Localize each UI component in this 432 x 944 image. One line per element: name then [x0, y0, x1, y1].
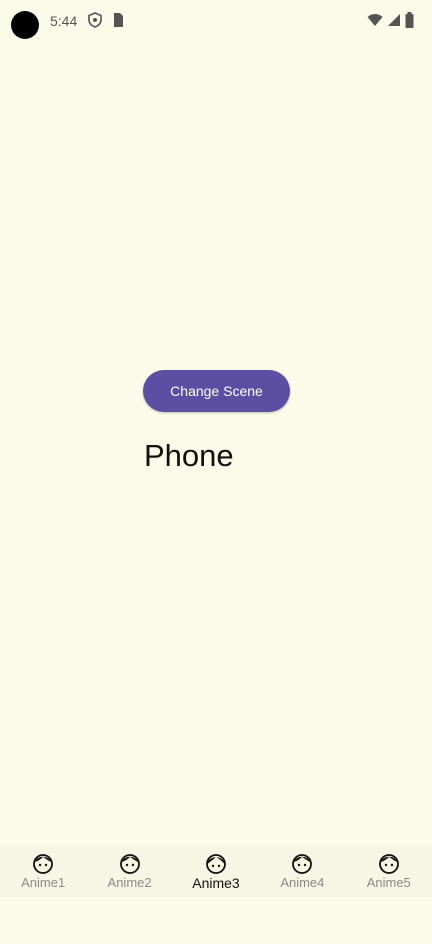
- nav-item-anime3[interactable]: Anime3: [177, 845, 255, 897]
- nav-label: Anime3: [192, 875, 240, 891]
- anime-face-icon: [292, 854, 313, 874]
- signal-icon: [388, 14, 400, 26]
- nav-item-anime1[interactable]: Anime1: [4, 845, 82, 897]
- sim-card-icon: [114, 13, 123, 27]
- app-screen: 5:44 Change Scene Phone Anime1 Anime2 An…: [0, 0, 432, 944]
- status-time: 5:44: [50, 13, 78, 29]
- nav-label: Anime1: [21, 875, 66, 890]
- shield-icon: [88, 12, 102, 28]
- anime-face-icon: [378, 854, 399, 874]
- nav-label: Anime4: [280, 875, 325, 890]
- change-scene-button[interactable]: Change Scene: [143, 370, 290, 412]
- nav-label: Anime2: [107, 875, 152, 890]
- anime-face-icon: [206, 854, 226, 874]
- anime-face-icon: [33, 854, 54, 874]
- status-bar: 5:44: [0, 0, 432, 44]
- nav-label: Anime5: [366, 875, 411, 890]
- nav-item-anime5[interactable]: Anime5: [350, 845, 428, 897]
- nav-item-anime2[interactable]: Anime2: [91, 845, 169, 897]
- nav-item-anime4[interactable]: Anime4: [263, 845, 341, 897]
- bottom-navigation: Anime1 Anime2 Anime3 Anime4 Anime5: [0, 845, 432, 897]
- anime-face-icon: [119, 854, 140, 874]
- status-right-icons: [367, 12, 414, 28]
- scene-title: Phone: [144, 438, 234, 473]
- camera-cutout: [11, 11, 39, 39]
- wifi-icon: [367, 14, 383, 26]
- battery-icon: [405, 12, 414, 28]
